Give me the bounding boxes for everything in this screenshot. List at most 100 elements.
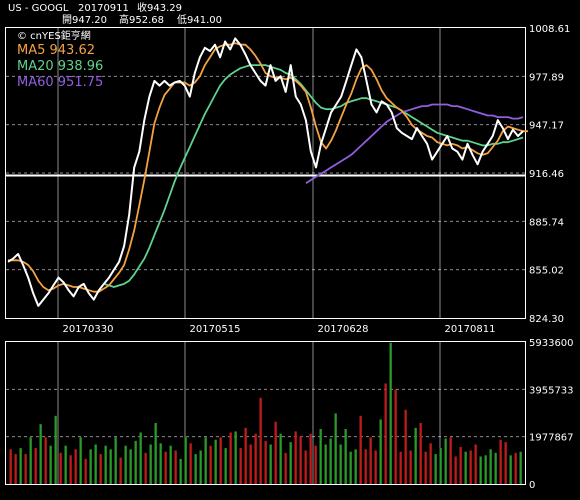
volume-bar bbox=[474, 444, 477, 484]
header-low: 低941.00 bbox=[177, 15, 222, 26]
volume-bar bbox=[519, 451, 522, 484]
volume-bar bbox=[349, 451, 352, 484]
volume-bar bbox=[114, 437, 117, 484]
volume-bar bbox=[379, 419, 382, 484]
volume-bar bbox=[199, 450, 202, 484]
volume-bar bbox=[144, 452, 147, 484]
volume-bar bbox=[429, 443, 432, 484]
header-high: 高952.68 bbox=[119, 15, 164, 26]
volume-bar bbox=[324, 444, 327, 484]
volume-bar bbox=[509, 455, 512, 484]
volume-bar bbox=[79, 437, 82, 484]
legend-ma20: MA20 938.96 bbox=[17, 59, 104, 74]
price-tick-label: 824.30 bbox=[529, 314, 564, 325]
volume-bar bbox=[444, 438, 447, 484]
volume-bar bbox=[319, 429, 322, 484]
volume-bar bbox=[479, 456, 482, 484]
volume-bar bbox=[54, 415, 57, 484]
volume-bar bbox=[434, 454, 437, 484]
volume-bar bbox=[19, 448, 22, 484]
volume-bar bbox=[34, 448, 37, 484]
volume-bar bbox=[499, 439, 502, 484]
volume-bar bbox=[264, 440, 267, 484]
volume-bar bbox=[464, 451, 467, 484]
price-tick-label: 1008.61 bbox=[529, 24, 570, 35]
volume-bar bbox=[494, 452, 497, 484]
volume-bar bbox=[229, 432, 232, 484]
volume-bar bbox=[339, 444, 342, 484]
date-axis-labels: 20170330 20170515 20170628 20170811 bbox=[63, 324, 496, 335]
volume-bar bbox=[204, 437, 207, 484]
volume-bar bbox=[184, 437, 187, 484]
header-close: 收943.29 bbox=[137, 3, 182, 14]
volume-bar bbox=[244, 427, 247, 484]
volume-bar bbox=[134, 440, 137, 484]
volume-bar bbox=[404, 409, 407, 484]
volume-bar bbox=[94, 444, 97, 484]
volume-bar bbox=[24, 454, 27, 484]
price-tick-label: 977.89 bbox=[529, 72, 564, 83]
volume-bar bbox=[249, 444, 252, 484]
volume-bar bbox=[284, 452, 287, 484]
price-tick-label: 947.17 bbox=[529, 121, 564, 132]
volume-bar bbox=[439, 448, 442, 484]
volume-bar bbox=[399, 451, 402, 484]
volume-tick-label: 1977867 bbox=[529, 433, 574, 444]
volume-bar bbox=[169, 445, 172, 484]
volume-bar bbox=[504, 442, 507, 484]
volume-bar bbox=[409, 450, 412, 484]
volume-bar bbox=[89, 449, 92, 484]
volume-bar bbox=[454, 456, 457, 484]
volume-bars bbox=[9, 342, 522, 484]
volume-bar bbox=[104, 445, 107, 484]
volume-bar bbox=[449, 437, 452, 484]
volume-bar bbox=[164, 451, 167, 484]
volume-bar bbox=[209, 445, 212, 484]
volume-bar bbox=[514, 452, 517, 484]
volume-bar bbox=[484, 455, 487, 484]
volume-bar bbox=[49, 445, 52, 484]
price-axis-labels: 1008.61 977.89 947.17 916.46 885.74 855.02 824… bbox=[529, 24, 570, 325]
volume-bar bbox=[369, 437, 372, 484]
volume-bar bbox=[354, 449, 357, 484]
volume-bar bbox=[194, 454, 197, 484]
header-date: 20170911 bbox=[78, 3, 129, 14]
volume-bar bbox=[359, 415, 362, 484]
volume-bar bbox=[414, 427, 417, 484]
volume-bar bbox=[149, 444, 152, 484]
volume-bar bbox=[314, 445, 317, 484]
volume-bar bbox=[39, 424, 42, 484]
volume-bar bbox=[129, 449, 132, 484]
volume-bar bbox=[174, 450, 177, 484]
volume-bar bbox=[189, 443, 192, 484]
price-tick-label: 885.74 bbox=[529, 217, 564, 228]
date-tick-label: 20170330 bbox=[63, 324, 114, 335]
volume-bar bbox=[254, 433, 257, 484]
volume-bar bbox=[394, 389, 397, 484]
volume-bar bbox=[389, 342, 392, 484]
volume-bar bbox=[139, 432, 142, 484]
volume-bar bbox=[299, 436, 302, 484]
volume-bar bbox=[364, 449, 367, 484]
date-tick-label: 20170811 bbox=[445, 324, 496, 335]
volume-bar bbox=[419, 423, 422, 484]
volume-bar bbox=[329, 438, 332, 484]
volume-bar bbox=[334, 413, 337, 484]
volume-bar bbox=[109, 449, 112, 484]
date-tick-label: 20170515 bbox=[190, 324, 241, 335]
date-tick-label: 20170628 bbox=[318, 324, 369, 335]
volume-bar bbox=[294, 431, 297, 484]
watermark: © cnYES鉅亨網 bbox=[17, 31, 91, 42]
volume-bar bbox=[239, 448, 242, 484]
volume-bar bbox=[9, 449, 12, 484]
volume-tick-label: 5933600 bbox=[529, 338, 574, 349]
volume-bar bbox=[214, 439, 217, 484]
price-tick-label: 916.46 bbox=[529, 169, 564, 180]
volume-bar bbox=[304, 450, 307, 484]
price-tick-label: 855.02 bbox=[529, 266, 564, 277]
volume-bar bbox=[274, 421, 277, 484]
volume-bar bbox=[29, 437, 32, 484]
legend-ma60: MA60 951.75 bbox=[17, 75, 104, 90]
volume-bar bbox=[14, 454, 17, 484]
volume-bar bbox=[154, 423, 157, 484]
